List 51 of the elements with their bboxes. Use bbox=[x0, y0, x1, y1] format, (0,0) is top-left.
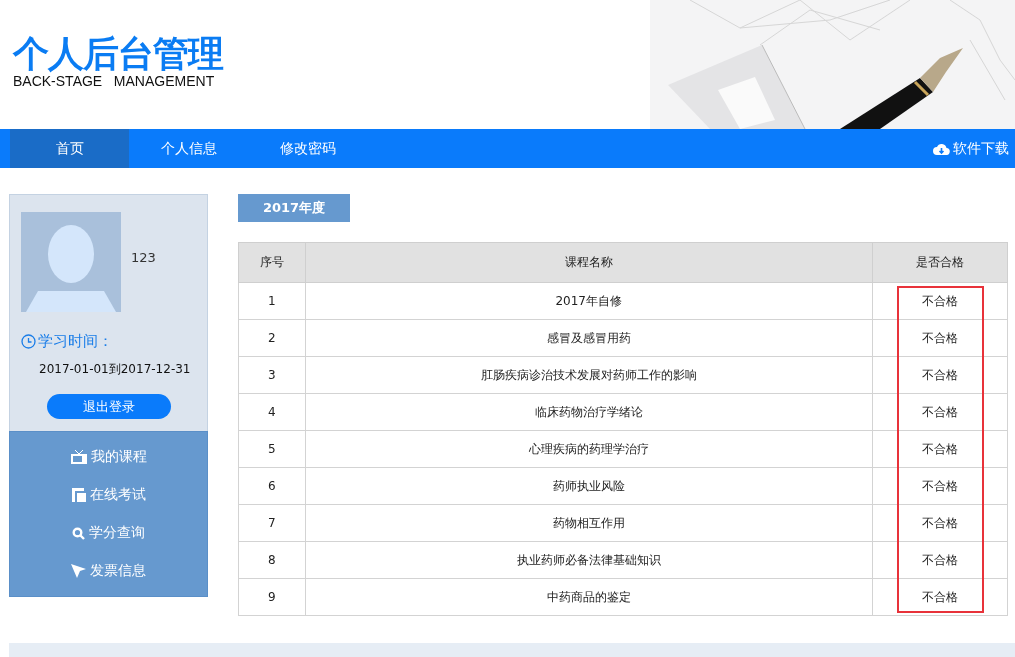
table-cell: 心理疾病的药理学治疗 bbox=[305, 430, 873, 468]
table-cell: 肛肠疾病诊治技术发展对药师工作的影响 bbox=[305, 356, 873, 394]
table-cell: 药物相互作用 bbox=[305, 504, 873, 542]
table-cell: 不合格 bbox=[872, 541, 1008, 579]
table-cell: 3 bbox=[238, 356, 306, 394]
nav-tab[interactable]: 个人信息 bbox=[129, 129, 248, 168]
table-cell: 感冒及感冒用药 bbox=[305, 319, 873, 357]
table-cell: 不合格 bbox=[872, 504, 1008, 542]
search-icon bbox=[72, 526, 85, 540]
table-cell: 2017年自修 bbox=[305, 282, 873, 320]
study-time-label: 学习时间： bbox=[38, 332, 113, 351]
column-header: 是否合格 bbox=[872, 242, 1008, 283]
table-cell: 不合格 bbox=[872, 393, 1008, 431]
paper-plane-icon bbox=[71, 564, 86, 578]
cloud-download-icon bbox=[933, 142, 950, 155]
sidebar-link[interactable]: 发票信息 bbox=[90, 562, 146, 580]
table-cell: 9 bbox=[238, 578, 306, 616]
table-cell: 不合格 bbox=[872, 430, 1008, 468]
table-cell: 1 bbox=[238, 282, 306, 320]
table-cell: 6 bbox=[238, 467, 306, 505]
column-header: 序号 bbox=[238, 242, 306, 283]
study-period: 2017-01-01到2017-12-31 bbox=[39, 361, 192, 378]
nav-tab[interactable]: 首页 bbox=[10, 129, 129, 168]
site-subtitle: BACK-STAGE MANAGEMENT bbox=[13, 73, 216, 89]
sidebar-link[interactable]: 在线考试 bbox=[89, 486, 146, 504]
table-cell: 不合格 bbox=[872, 282, 1008, 320]
table-cell: 临床药物治疗学绪论 bbox=[305, 393, 873, 431]
table-cell: 4 bbox=[238, 393, 306, 431]
table-cell: 5 bbox=[238, 430, 306, 468]
table-cell: 2 bbox=[238, 319, 306, 357]
site-title: 个人后台管理 bbox=[13, 34, 223, 74]
table-cell: 不合格 bbox=[872, 467, 1008, 505]
logout-button[interactable]: 退出登录 bbox=[47, 394, 171, 419]
table-cell: 中药商品的鉴定 bbox=[305, 578, 873, 616]
user-name: 123 bbox=[131, 250, 156, 265]
table-cell: 不合格 bbox=[872, 356, 1008, 394]
year-tag: 2017年度 bbox=[238, 194, 350, 222]
column-header: 课程名称 bbox=[305, 242, 873, 283]
table-cell: 执业药师必备法律基础知识 bbox=[305, 541, 873, 579]
sidebar-link[interactable]: 我的课程 bbox=[90, 448, 147, 466]
table-cell: 药师执业风险 bbox=[305, 467, 873, 505]
table-cell: 不合格 bbox=[872, 578, 1008, 616]
table-cell: 8 bbox=[238, 541, 306, 579]
table-cell: 7 bbox=[238, 504, 306, 542]
tv-icon bbox=[70, 450, 87, 464]
sidebar-link[interactable]: 学分查询 bbox=[89, 524, 145, 542]
table-cell: 不合格 bbox=[872, 319, 1008, 357]
document-icon bbox=[71, 488, 86, 502]
download-link[interactable]: 软件下载 bbox=[953, 139, 1009, 158]
nav-tab[interactable]: 修改密码 bbox=[248, 129, 367, 168]
clock-icon bbox=[21, 334, 36, 349]
